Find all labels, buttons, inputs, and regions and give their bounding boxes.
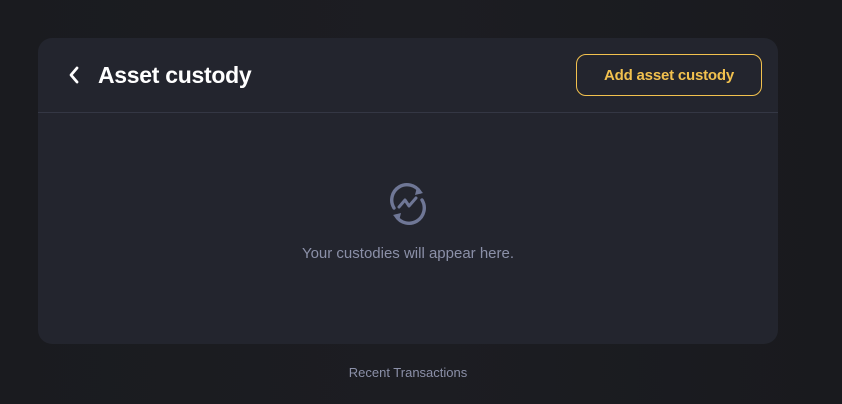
empty-state-message: Your custodies will appear here. [301, 245, 515, 262]
asset-custody-card: Asset custody Add asset custody Your cus… [38, 38, 778, 344]
chevron-left-icon [67, 65, 81, 85]
back-button[interactable] [62, 62, 86, 88]
exchange-cycle-icon [386, 182, 430, 226]
recent-transactions-link[interactable]: Recent Transactions [0, 364, 816, 382]
card-header: Asset custody Add asset custody [38, 38, 778, 113]
add-asset-custody-button[interactable]: Add asset custody [576, 54, 762, 96]
page-title: Asset custody [98, 62, 252, 88]
empty-state: Your custodies will appear here. [38, 178, 778, 268]
